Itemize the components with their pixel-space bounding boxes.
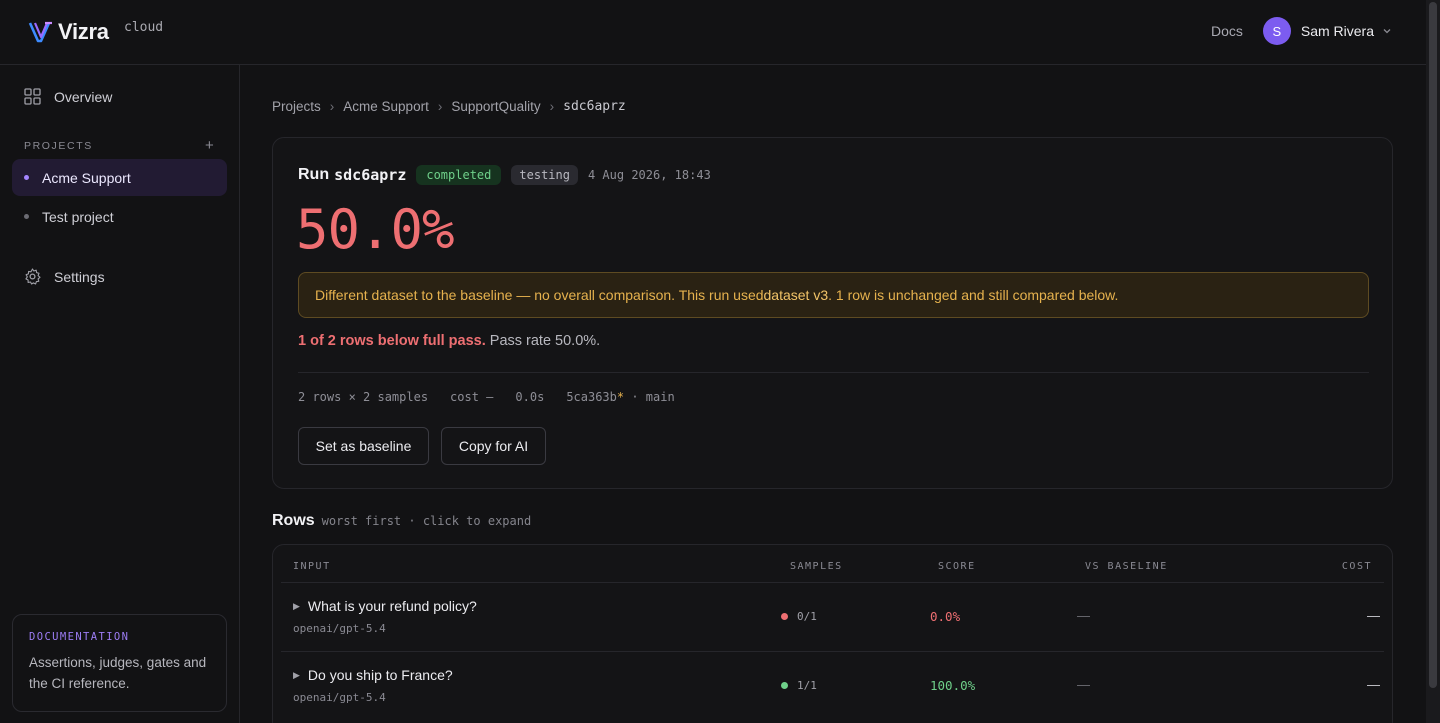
summary-pass-rate: Pass rate 50.0%.: [485, 333, 601, 349]
chevron-down-icon[interactable]: [1382, 26, 1392, 36]
run-label: Run: [298, 166, 330, 183]
gear-icon: [25, 268, 41, 285]
column-header-samples: SAMPLES: [790, 561, 843, 572]
row-score: 100.0%: [930, 678, 976, 693]
sidebar-item-test-project[interactable]: Test project: [12, 198, 227, 235]
meta-duration: 0.0s: [515, 390, 545, 404]
row-input-text: What is your refund policy?: [307, 598, 477, 614]
warning-dataset: dataset v3: [763, 287, 829, 303]
divider: [298, 372, 1369, 373]
run-date: 4 Aug 2026, 18:43: [587, 168, 711, 182]
dataset-warning: Different dataset to the baseline — no o…: [298, 272, 1369, 318]
row-cost: —: [1367, 608, 1380, 623]
row-score: 0.0%: [930, 609, 961, 624]
run-id: sdc6aprz: [334, 166, 407, 184]
docs-link[interactable]: Docs: [1211, 23, 1243, 39]
row-input[interactable]: ▶ Do you ship to France?: [293, 667, 453, 683]
meta-rows-samples: 2 rows × 2 samples: [298, 390, 429, 404]
row-input[interactable]: ▶ What is your refund policy?: [293, 598, 477, 614]
user-name[interactable]: Sam Rivera: [1301, 23, 1374, 39]
project-dot: [24, 175, 29, 180]
sidebar-item-label: Overview: [54, 88, 113, 105]
environment-badge: testing: [511, 165, 578, 185]
run-meta: 2 rows × 2 samples cost — 0.0s 5ca363b * …: [298, 390, 675, 404]
set-baseline-button[interactable]: Set as baseline: [298, 427, 429, 465]
rows-title: Rows: [272, 512, 315, 529]
column-header-vs-baseline: VS BASELINE: [1085, 561, 1168, 572]
warning-text-before: Different dataset to the baseline — no o…: [315, 287, 764, 303]
meta-commit[interactable]: 5ca363b: [566, 390, 617, 404]
scrollbar-thumb[interactable]: [1429, 2, 1437, 688]
run-title: Run sdc6aprz completed testing 4 Aug 202…: [298, 165, 711, 185]
rows-section-title: Rows worst first · click to expand: [272, 512, 531, 530]
status-badge: completed: [416, 165, 502, 185]
vizra-logo-icon: [28, 21, 52, 43]
grid-icon: [24, 88, 41, 105]
documentation-text: Assertions, judges, gates and the CI ref…: [29, 655, 207, 691]
meta-dirty-marker: *: [616, 390, 625, 404]
expand-triangle-icon[interactable]: ▶: [293, 670, 300, 681]
sidebar-item-settings[interactable]: Settings: [24, 268, 105, 285]
table-row[interactable]: ▶ What is your refund policy? openai/gpt…: [281, 583, 1384, 652]
warning-text-after: . 1 row is unchanged and still compared …: [828, 287, 1119, 303]
breadcrumb-supportquality[interactable]: SupportQuality: [451, 99, 540, 114]
summary-failing: 1 of 2 rows below full pass.: [298, 333, 486, 349]
run-summary-card: Run sdc6aprz completed testing 4 Aug 202…: [272, 137, 1393, 489]
logo[interactable]: Vizra: [28, 19, 109, 45]
sidebar-item-acme-support[interactable]: Acme Support: [12, 159, 227, 196]
logo-text: Vizra: [58, 19, 109, 44]
breadcrumb-current: sdc6aprz: [563, 99, 626, 114]
sidebar-item-label: Settings: [54, 268, 105, 285]
page-scrollbar[interactable]: [1426, 0, 1440, 723]
sample-status-dot: [781, 613, 788, 620]
column-header-input: INPUT: [293, 561, 331, 572]
breadcrumb-separator: ›: [549, 99, 555, 114]
breadcrumb-projects[interactable]: Projects: [272, 99, 321, 114]
sidebar-item-label: Test project: [42, 208, 114, 225]
row-samples: 1/1: [781, 679, 817, 692]
rows-table: INPUT SAMPLES SCORE VS BASELINE COST ▶ W…: [272, 544, 1393, 723]
breadcrumb: Projects › Acme Support › SupportQuality…: [272, 99, 626, 114]
run-score: 50.0%: [296, 198, 455, 261]
project-dot: [24, 214, 29, 219]
documentation-card[interactable]: DOCUMENTATION Assertions, judges, gates …: [12, 614, 227, 712]
row-vs-baseline: —: [1077, 677, 1090, 692]
row-vs-baseline: —: [1077, 608, 1090, 623]
documentation-label: DOCUMENTATION: [29, 631, 130, 643]
pass-summary: 1 of 2 rows below full pass. Pass rate 5…: [298, 333, 600, 349]
sidebar-item-overview[interactable]: Overview: [24, 88, 112, 105]
meta-branch: · main: [624, 390, 675, 404]
avatar[interactable]: S: [1262, 17, 1291, 45]
logo-subtitle: cloud: [124, 20, 164, 35]
row-input-text: Do you ship to France?: [307, 667, 453, 683]
add-project-button[interactable]: +: [205, 137, 214, 154]
meta-cost: cost —: [450, 390, 494, 404]
copy-for-ai-button[interactable]: Copy for AI: [441, 427, 546, 465]
breadcrumb-separator: ›: [329, 99, 335, 114]
rows-subtitle: worst first · click to expand: [321, 514, 532, 528]
sidebar-item-label: Acme Support: [42, 169, 131, 186]
row-samples-text: 1/1: [797, 679, 817, 692]
breadcrumb-acme-support[interactable]: Acme Support: [343, 99, 429, 114]
row-samples: 0/1: [781, 610, 817, 623]
sidebar: Overview PROJECTS + Acme Support Test pr…: [0, 65, 240, 723]
breadcrumb-separator: ›: [437, 99, 443, 114]
column-header-score: SCORE: [938, 561, 976, 572]
row-cost: —: [1367, 677, 1380, 692]
projects-heading: PROJECTS: [24, 140, 93, 152]
top-header: Vizra cloud Docs S Sam Rivera: [0, 0, 1426, 65]
row-model: openai/gpt-5.4: [293, 622, 386, 635]
sample-status-dot: [781, 682, 788, 689]
column-header-cost: COST: [1341, 561, 1372, 572]
expand-triangle-icon[interactable]: ▶: [293, 601, 300, 612]
row-samples-text: 0/1: [797, 610, 817, 623]
table-row[interactable]: ▶ Do you ship to France? openai/gpt-5.4 …: [281, 652, 1384, 721]
row-model: openai/gpt-5.4: [293, 691, 386, 704]
